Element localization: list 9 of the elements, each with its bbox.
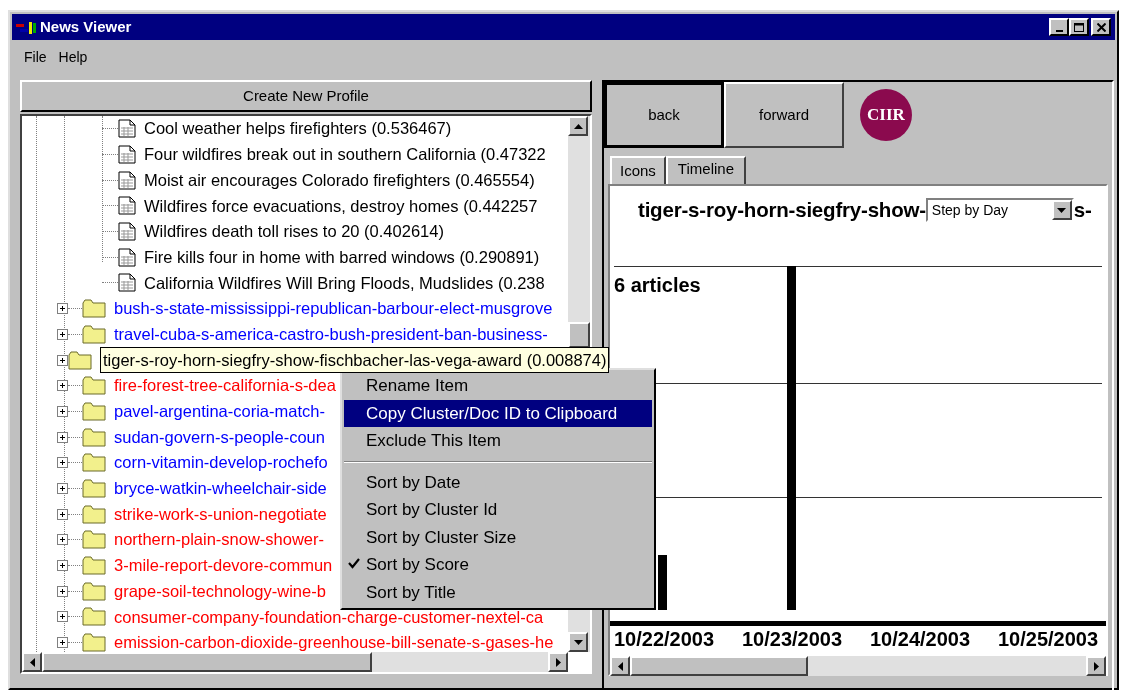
article-count: 6 articles xyxy=(614,273,701,298)
date-label: 10/25/2003 xyxy=(998,627,1100,652)
timeline-title: tiger-s-roy-horn-siegfry-show- xyxy=(638,196,926,223)
timeline-title: s- xyxy=(1073,196,1092,223)
date-label: 10/23/2003 xyxy=(742,627,844,652)
logo: CIIR xyxy=(860,89,912,141)
window-title: News Viewer xyxy=(40,16,132,37)
date-label: 10/22/2003 xyxy=(614,627,716,652)
date-label: 10/24/2003 xyxy=(870,627,972,652)
